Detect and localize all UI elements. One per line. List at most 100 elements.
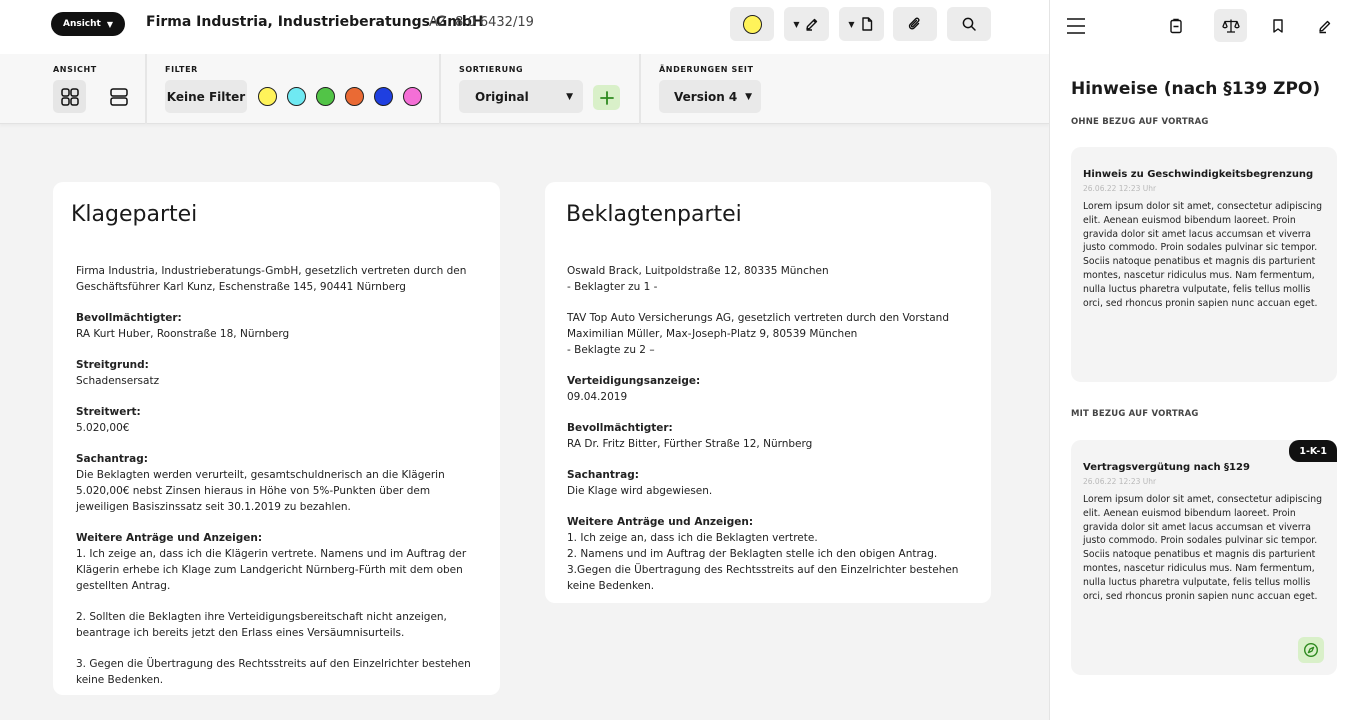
hint-card[interactable]: 1-K-1 Vertragsvergütung nach §129 26.06.…: [1071, 440, 1337, 675]
divider: [639, 54, 641, 124]
defendant-2-text: TAV Top Auto Versicherungs AG, gesetzlic…: [567, 312, 949, 356]
defendant-motion-value: Die Klage wird abgewiesen.: [567, 485, 713, 497]
clipboard-icon: [1169, 18, 1182, 33]
dispute-value-amount: 5.020,00€: [76, 422, 130, 434]
plaintiff-counsel-value: RA Kurt Huber, Roonstraße 18, Nürnberg: [76, 328, 290, 340]
version-dropdown[interactable]: Version 4 ▼: [659, 80, 761, 113]
dispute-reason-value: Schadensersatz: [76, 375, 160, 387]
plaintiff-motion-value: Die Beklagten werden verurteilt, gesamts…: [76, 469, 445, 513]
paperclip-icon: [908, 17, 920, 30]
hint-title: Vertragsvergütung nach §129: [1083, 462, 1250, 473]
defendant-counsel-label: Bevollmächtigter:: [567, 422, 673, 434]
panel-title: Hinweise (nach §139 ZPO): [1071, 79, 1321, 99]
defense-notice-value: 09.04.2019: [567, 391, 628, 403]
filter-bar: ANSICHT FILTER Keine Filter SORTIERUNG O…: [0, 54, 1049, 124]
hint-body: Lorem ipsum dolor sit amet, consectetur …: [1083, 494, 1323, 602]
section-with-reference: MIT BEZUG AUF VORTRAG: [1071, 409, 1199, 419]
defendant-further-value: 1. Ich zeige an, dass ich die Beklagten …: [567, 532, 959, 592]
filter-cyan-button[interactable]: [287, 87, 306, 106]
pen-icon: [805, 18, 817, 31]
case-number: AZ. 8 0 6432/19: [429, 15, 534, 30]
plaintiff-further-3: 3. Gegen die Übertragung des Rechtsstrei…: [76, 658, 471, 686]
plaintiff-further-motion-2: 2. Sollten die Beklagten ihre Verteidigu…: [71, 609, 482, 641]
defendant-motion-label: Sachantrag:: [567, 469, 639, 481]
plaintiff-motion: Sachantrag: Die Beklagten werden verurte…: [71, 451, 482, 515]
plaintiff-further-motions: Weitere Anträge und Anzeigen: 1. Ich zei…: [71, 530, 482, 594]
defendant-counsel-value: RA Dr. Fritz Bitter, Fürther Straße 12, …: [567, 438, 813, 450]
hints-tab-button[interactable]: [1214, 9, 1247, 42]
search-icon: [962, 17, 976, 31]
sort-dropdown[interactable]: Original ▼: [459, 80, 583, 113]
rows-icon: [109, 87, 128, 106]
caret-down-icon: ▼: [848, 19, 855, 29]
edit-button[interactable]: [1308, 9, 1341, 42]
plaintiff-party-text: Firma Industria, Industrieberatungs-GmbH…: [76, 265, 467, 293]
hamburger-icon: [1066, 17, 1085, 34]
dispute-reason: Streitgrund: Schadensersatz: [71, 357, 482, 389]
hint-date: 26.06.22 12:23 Uhr: [1083, 184, 1157, 193]
caret-down-icon: ▼: [566, 91, 573, 102]
defense-notice: Verteidigungsanzeige: 09.04.2019: [562, 373, 973, 405]
divider: [145, 54, 147, 124]
menu-button[interactable]: [1059, 9, 1092, 42]
plaintiff-title: Klagepartei: [71, 202, 198, 227]
hint-title: Hinweis zu Geschwindigkeitsbegrenzung: [1083, 169, 1314, 180]
changes-group-label: ÄNDERUNGEN SEIT: [659, 65, 754, 74]
add-sort-button[interactable]: [593, 85, 620, 110]
filter-yellow-button[interactable]: [258, 87, 277, 106]
hint-date: 26.06.22 12:23 Uhr: [1083, 477, 1157, 486]
filter-blue-button[interactable]: [374, 87, 393, 106]
reference-badge[interactable]: 1-K-1: [1289, 440, 1337, 462]
view-dropdown[interactable]: Ansicht ▼: [51, 12, 125, 36]
no-filter-button[interactable]: Keine Filter: [165, 80, 247, 113]
compass-icon: [1303, 642, 1319, 658]
navigate-to-reference-button[interactable]: [1298, 637, 1324, 663]
plaintiff-counsel: Bevollmächtigter: RA Kurt Huber, Roonstr…: [71, 310, 482, 342]
hint-body: Lorem ipsum dolor sit amet, consectetur …: [1083, 201, 1323, 309]
view-dropdown-label: Ansicht: [62, 19, 101, 29]
sort-group-label: SORTIERUNG: [459, 65, 524, 74]
defendant-1-text: Oswald Brack, Luitpoldstraße 12, 80335 M…: [567, 265, 829, 293]
filter-pink-button[interactable]: [403, 87, 422, 106]
bookmarks-button[interactable]: [1261, 9, 1294, 42]
plaintiff-further-motion-3: 3. Gegen die Übertragung des Rechtsstrei…: [71, 656, 482, 688]
plaintiff-motion-label: Sachantrag:: [76, 453, 148, 465]
scales-icon: [1221, 19, 1240, 33]
highlight-color-button[interactable]: [730, 7, 774, 41]
plaintiff-counsel-label: Bevollmächtigter:: [76, 312, 182, 324]
filter-group-label: FILTER: [165, 65, 198, 74]
defendant-2: TAV Top Auto Versicherungs AG, gesetzlic…: [562, 310, 973, 358]
dispute-value-label: Streitwert:: [76, 406, 141, 418]
highlight-color-icon: [742, 14, 762, 34]
filter-green-button[interactable]: [316, 87, 335, 106]
document-icon: [861, 17, 872, 31]
tasks-button[interactable]: [1159, 9, 1192, 42]
version-dropdown-value: Version 4: [674, 89, 738, 104]
plaintiff-further-1: 1. Ich zeige an, dass ich die Klägerin v…: [76, 548, 467, 592]
defendant-counsel: Bevollmächtigter: RA Dr. Fritz Bitter, F…: [562, 420, 973, 452]
plaintiff-card: Klagepartei Firma Industria, Industriebe…: [53, 182, 500, 695]
top-bar: Ansicht ▼ Firma Industria, Industriebera…: [0, 0, 1049, 54]
hint-card[interactable]: Hinweis zu Geschwindigkeitsbegrenzung 26…: [1071, 147, 1337, 382]
divider: [439, 54, 441, 124]
defendant-further-label: Weitere Anträge und Anzeigen:: [567, 516, 754, 528]
defendant-further-motions: Weitere Anträge und Anzeigen: 1. Ich zei…: [562, 514, 973, 594]
grid-icon: [60, 87, 79, 106]
attach-button[interactable]: [893, 7, 937, 41]
caret-down-icon: ▼: [745, 91, 752, 102]
defendant-card: Beklagtenpartei Oswald Brack, Luitpoldst…: [545, 182, 991, 603]
annotate-tool-button[interactable]: ▼: [784, 7, 829, 41]
pen-icon: [1318, 20, 1330, 33]
document-tool-button[interactable]: ▼: [839, 7, 884, 41]
caret-down-icon: ▼: [106, 19, 113, 29]
plus-icon: [599, 90, 614, 105]
hints-panel: Hinweise (nach §139 ZPO) OHNE BEZUG AUF …: [1049, 0, 1347, 720]
view-group-label: ANSICHT: [53, 65, 97, 74]
plaintiff-further-2: 2. Sollten die Beklagten ihre Verteidigu…: [76, 611, 447, 639]
list-view-button[interactable]: [102, 80, 135, 113]
defendant-motion: Sachantrag: Die Klage wird abgewiesen.: [562, 467, 973, 499]
filter-orange-button[interactable]: [345, 87, 364, 106]
search-button[interactable]: [947, 7, 991, 41]
bookmark-icon: [1272, 18, 1283, 33]
grid-view-button[interactable]: [53, 80, 86, 113]
